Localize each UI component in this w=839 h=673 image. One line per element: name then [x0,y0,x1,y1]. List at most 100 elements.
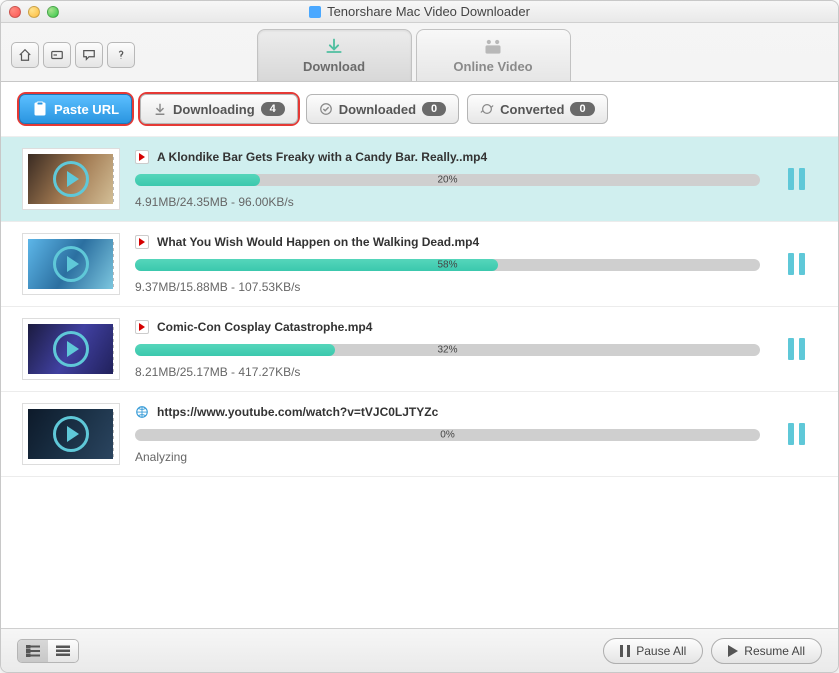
youtube-icon [135,235,149,249]
upper-toolbar: Download Online Video [1,23,838,81]
pause-button[interactable] [776,253,816,275]
app-icon [309,6,321,18]
tab-download[interactable]: Download [257,29,412,81]
refresh-icon [480,102,494,116]
download-list: A Klondike Bar Gets Freaky with a Candy … [1,136,838,628]
video-thumbnail[interactable] [23,149,119,209]
register-button[interactable] [43,42,71,68]
pause-icon [788,423,805,445]
download-meta: 9.37MB/15.88MB - 107.53KB/s [135,280,760,294]
downloading-label: Downloading [173,102,255,117]
zoom-window-button[interactable] [47,6,59,18]
download-row[interactable]: Comic-Con Cosplay Catastrophe.mp4 32% 8.… [1,307,838,392]
converted-filter-button[interactable]: Converted 0 [467,94,607,124]
download-row[interactable]: A Klondike Bar Gets Freaky with a Candy … [1,137,838,222]
resume-all-label: Resume All [744,644,805,658]
speech-bubble-icon [82,48,96,62]
download-meta: 8.21MB/25.17MB - 417.27KB/s [135,365,760,379]
clipboard-icon [32,101,48,117]
progress-bar: 58% [135,259,760,271]
download-meta: 4.91MB/24.35MB - 96.00KB/s [135,195,760,209]
pause-icon [788,168,805,190]
view-list-button[interactable] [48,640,78,662]
list-icon [56,645,70,657]
youtube-icon [135,150,149,164]
check-circle-icon [319,102,333,116]
progress-fill [135,174,260,186]
play-icon [53,416,89,452]
play-icon [728,645,738,657]
video-thumbnail[interactable] [23,319,119,379]
pause-icon [620,645,630,657]
grid-icon [26,645,40,657]
progress-bar: 32% [135,344,760,356]
pause-all-label: Pause All [636,644,686,658]
pause-icon [788,338,805,360]
video-thumbnail[interactable] [23,234,119,294]
app-window: Tenorshare Mac Video Downloader Download [0,0,839,673]
downloading-filter-button[interactable]: Downloading 4 [140,94,298,124]
view-toggle [17,639,79,663]
online-video-icon [482,37,504,57]
row-body: Comic-Con Cosplay Catastrophe.mp4 32% 8.… [135,320,760,379]
tab-online-video[interactable]: Online Video [416,29,571,81]
downloaded-label: Downloaded [339,102,416,117]
row-body: A Klondike Bar Gets Freaky with a Candy … [135,150,760,209]
converted-label: Converted [500,102,564,117]
window-title-wrap: Tenorshare Mac Video Downloader [1,4,838,19]
file-title: What You Wish Would Happen on the Walkin… [157,235,479,249]
action-row: Paste URL Downloading 4 Downloaded 0 Con… [1,82,838,136]
play-icon [53,246,89,282]
download-meta: Analyzing [135,450,760,464]
pause-icon [788,253,805,275]
youtube-icon [135,320,149,334]
progress-fill [135,344,335,356]
globe-icon [135,405,149,419]
main-tabs: Download Online Video [257,29,571,81]
home-button[interactable] [11,42,39,68]
progress-bar: 0% [135,429,760,441]
progress-bar: 20% [135,174,760,186]
traffic-lights [9,6,59,18]
downloaded-filter-button[interactable]: Downloaded 0 [306,94,459,124]
window-title: Tenorshare Mac Video Downloader [327,4,530,19]
home-icon [18,48,32,62]
tab-online-video-label: Online Video [453,59,532,74]
paste-url-label: Paste URL [54,102,119,117]
row-body: https://www.youtube.com/watch?v=tVJC0LJT… [135,405,760,464]
titlebar: Tenorshare Mac Video Downloader [1,1,838,23]
pause-all-button[interactable]: Pause All [603,638,703,664]
file-title: https://www.youtube.com/watch?v=tVJC0LJT… [157,405,438,419]
download-icon [323,37,345,57]
footer: Pause All Resume All [1,628,838,672]
row-body: What You Wish Would Happen on the Walkin… [135,235,760,294]
download-row[interactable]: https://www.youtube.com/watch?v=tVJC0LJT… [1,392,838,477]
pause-button[interactable] [776,423,816,445]
downloading-icon [153,102,167,116]
video-thumbnail[interactable] [23,404,119,464]
view-grid-button[interactable] [18,640,48,662]
progress-text: 0% [440,429,454,440]
close-window-button[interactable] [9,6,21,18]
converted-count: 0 [570,102,594,116]
downloading-count: 4 [261,102,285,116]
download-row[interactable]: What You Wish Would Happen on the Walkin… [1,222,838,307]
resume-all-button[interactable]: Resume All [711,638,822,664]
progress-text: 20% [437,174,457,185]
pause-button[interactable] [776,168,816,190]
minimize-window-button[interactable] [28,6,40,18]
progress-text: 32% [437,344,457,355]
paste-url-button[interactable]: Paste URL [19,94,132,124]
downloaded-count: 0 [422,102,446,116]
help-button[interactable] [107,42,135,68]
play-icon [53,331,89,367]
question-icon [114,48,128,62]
pause-button[interactable] [776,338,816,360]
paste-url-highlight: Paste URL [19,94,132,124]
tab-download-label: Download [303,59,365,74]
file-title: Comic-Con Cosplay Catastrophe.mp4 [157,320,372,334]
content-area: Paste URL Downloading 4 Downloaded 0 Con… [1,82,838,628]
feedback-button[interactable] [75,42,103,68]
progress-text: 58% [437,259,457,270]
file-title: A Klondike Bar Gets Freaky with a Candy … [157,150,487,164]
